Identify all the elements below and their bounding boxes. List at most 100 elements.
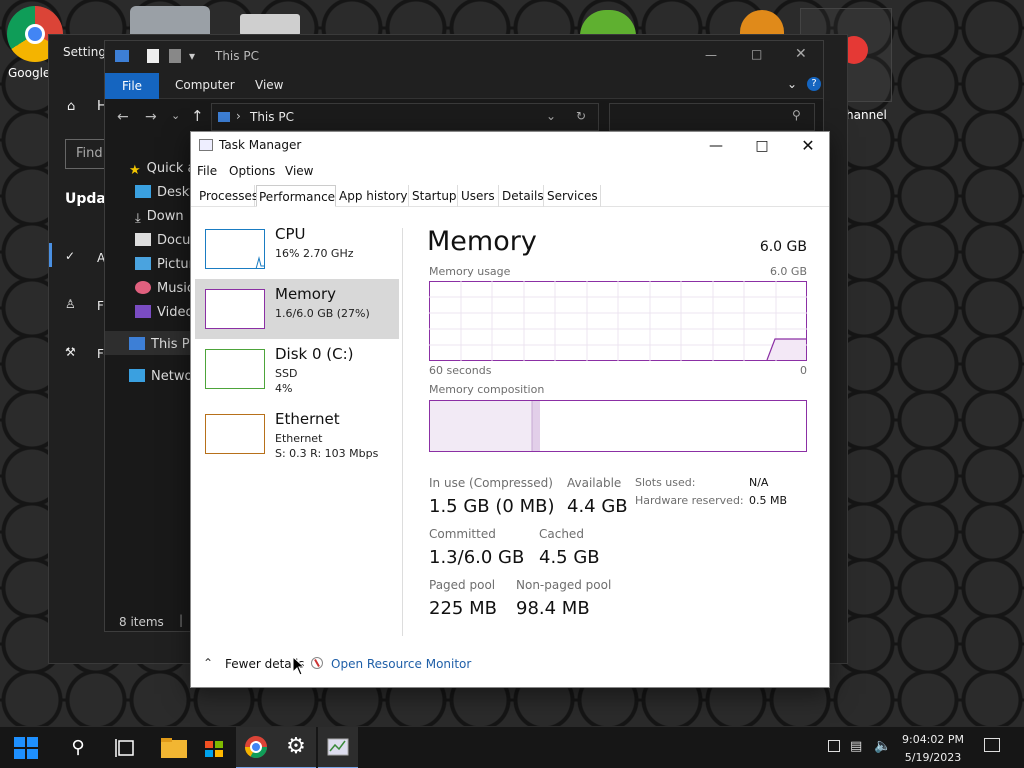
menu-view[interactable]: View: [285, 164, 313, 178]
cached-label: Cached: [539, 527, 584, 541]
store-button[interactable]: [194, 727, 234, 768]
task-manager-window[interactable]: Task Manager — □ ✕ File Options View Pro…: [190, 131, 830, 688]
resource-memory[interactable]: Memory 1.6/6.0 GB (27%): [195, 279, 399, 339]
ribbon-tab-file[interactable]: File: [105, 73, 159, 99]
breadcrumb-chevron-icon[interactable]: ›: [236, 109, 241, 123]
tab-processes[interactable]: Processes: [197, 185, 258, 207]
properties-icon[interactable]: [147, 49, 159, 63]
usage-graph-max: 6.0 GB: [769, 265, 807, 278]
refresh-icon[interactable]: ↻: [576, 109, 586, 123]
nav-item-network[interactable]: Netwo: [129, 369, 192, 384]
network-icon: [129, 369, 145, 382]
settings-button[interactable]: ⚙: [276, 727, 316, 768]
nav-item-label: Pictur: [157, 257, 194, 272]
check-circle-icon: ✓: [65, 249, 76, 263]
notifications-icon[interactable]: [984, 738, 1000, 752]
windows-logo-icon: [14, 737, 38, 759]
tab-app-history[interactable]: App history: [337, 185, 409, 207]
tab-users[interactable]: Users: [459, 185, 499, 207]
star-icon: ★: [129, 163, 141, 178]
resource-name: Disk 0 (C:): [275, 345, 354, 363]
status-separator: |: [179, 613, 184, 627]
resource-detail-2: S: 0.3 R: 103 Mbps: [275, 447, 379, 460]
resource-monitor-icon: [311, 657, 323, 669]
tab-startup[interactable]: Startup: [410, 185, 458, 207]
nav-item-pictures[interactable]: Pictur: [135, 257, 194, 272]
task-manager-title: Task Manager: [219, 138, 302, 152]
file-explorer-button[interactable]: [154, 727, 194, 768]
chrome-button[interactable]: [236, 727, 276, 768]
task-manager-icon: [327, 738, 349, 756]
recycle-bin-icon[interactable]: [130, 6, 210, 36]
nav-item-music[interactable]: Music: [135, 281, 194, 296]
open-resource-monitor-link[interactable]: Open Resource Monitor: [331, 657, 471, 671]
chevron-down-icon[interactable]: ⌄: [546, 109, 556, 123]
nav-item-quick-access[interactable]: ★ Quick a: [129, 161, 196, 178]
network-icon[interactable]: ▤: [850, 739, 862, 754]
tab-details[interactable]: Details: [500, 185, 544, 207]
tab-performance[interactable]: Performance: [256, 185, 336, 207]
recent-locations-icon[interactable]: ⌄: [171, 109, 180, 122]
minimize-icon: —: [709, 138, 723, 154]
search-button[interactable]: ⚲: [58, 727, 98, 768]
video-icon: [135, 305, 151, 318]
nav-item-desktop[interactable]: Deskt: [135, 185, 194, 200]
pictures-icon: [135, 257, 151, 270]
composition-label: Memory composition: [429, 383, 545, 396]
back-arrow-icon[interactable]: ←: [117, 109, 129, 125]
ribbon-tab-view[interactable]: View: [255, 78, 283, 92]
clock-date[interactable]: 5/19/2023: [888, 751, 978, 764]
explorer-title: This PC: [215, 49, 259, 63]
nav-item-label: Down: [146, 209, 184, 224]
resource-detail: SSD: [275, 367, 298, 380]
home-icon[interactable]: ⌂: [67, 99, 75, 114]
explorer-search-input[interactable]: ⚲: [609, 103, 815, 131]
help-icon[interactable]: ?: [807, 77, 821, 91]
new-folder-icon[interactable]: [169, 49, 181, 63]
chevron-up-icon[interactable]: ⌃: [203, 656, 213, 670]
in-use-label: In use (Compressed): [429, 476, 553, 490]
resource-cpu[interactable]: CPU 16% 2.70 GHz: [195, 219, 399, 279]
paged-pool-value: 225 MB: [429, 598, 497, 619]
resource-disk[interactable]: Disk 0 (C:) SSD 4%: [195, 339, 399, 399]
resource-name: Ethernet: [275, 410, 340, 428]
detail-capacity: 6.0 GB: [759, 239, 807, 255]
forward-arrow-icon[interactable]: →: [145, 109, 157, 125]
nav-item-downloads[interactable]: ⤓ Down: [135, 209, 184, 226]
resource-name: Memory: [275, 285, 337, 303]
folder-icon[interactable]: [240, 14, 300, 36]
maximize-icon[interactable]: □: [751, 47, 762, 61]
in-use-value: 1.5 GB (0 MB): [429, 496, 555, 517]
tab-services[interactable]: Services: [545, 185, 601, 207]
ribbon-tab-computer[interactable]: Computer: [175, 78, 235, 92]
nav-item-videos[interactable]: Video: [135, 305, 193, 320]
explorer-titlebar[interactable]: ▾ This PC — □ ✕: [105, 41, 823, 73]
chevron-down-icon[interactable]: ⌄: [787, 77, 797, 91]
computer-icon: [129, 337, 145, 350]
menu-options[interactable]: Options: [229, 164, 275, 178]
close-icon[interactable]: ✕: [795, 46, 807, 62]
minimize-icon[interactable]: —: [705, 48, 717, 62]
address-bar[interactable]: › This PC ⌄ ↻: [211, 103, 599, 131]
ethernet-mini-graph: [205, 414, 265, 454]
nav-item-documents[interactable]: Docu: [135, 233, 190, 248]
up-arrow-icon[interactable]: ↑: [191, 107, 204, 125]
resource-ethernet[interactable]: Ethernet Ethernet S: 0.3 R: 103 Mbps: [195, 404, 399, 464]
memory-usage-graph: [429, 281, 807, 361]
menu-file[interactable]: File: [197, 164, 217, 178]
nav-item-this-pc[interactable]: This PC: [129, 337, 199, 352]
task-manager-button[interactable]: [318, 727, 358, 768]
close-icon: ✕: [801, 136, 815, 155]
close-button[interactable]: ✕: [785, 132, 831, 160]
task-view-button[interactable]: [106, 727, 146, 768]
hardware-reserved-label: Hardware reserved:: [635, 494, 744, 507]
clock-time[interactable]: 9:04:02 PM: [888, 733, 978, 746]
download-icon: ⤓: [135, 211, 141, 226]
chevron-down-icon[interactable]: ▾: [189, 49, 195, 63]
keyboard-icon[interactable]: [828, 740, 840, 752]
maximize-button[interactable]: □: [739, 132, 785, 160]
search-icon: ⚲: [71, 737, 85, 758]
address-text[interactable]: This PC: [250, 110, 294, 124]
start-button[interactable]: [6, 727, 46, 768]
minimize-button[interactable]: —: [693, 132, 739, 160]
